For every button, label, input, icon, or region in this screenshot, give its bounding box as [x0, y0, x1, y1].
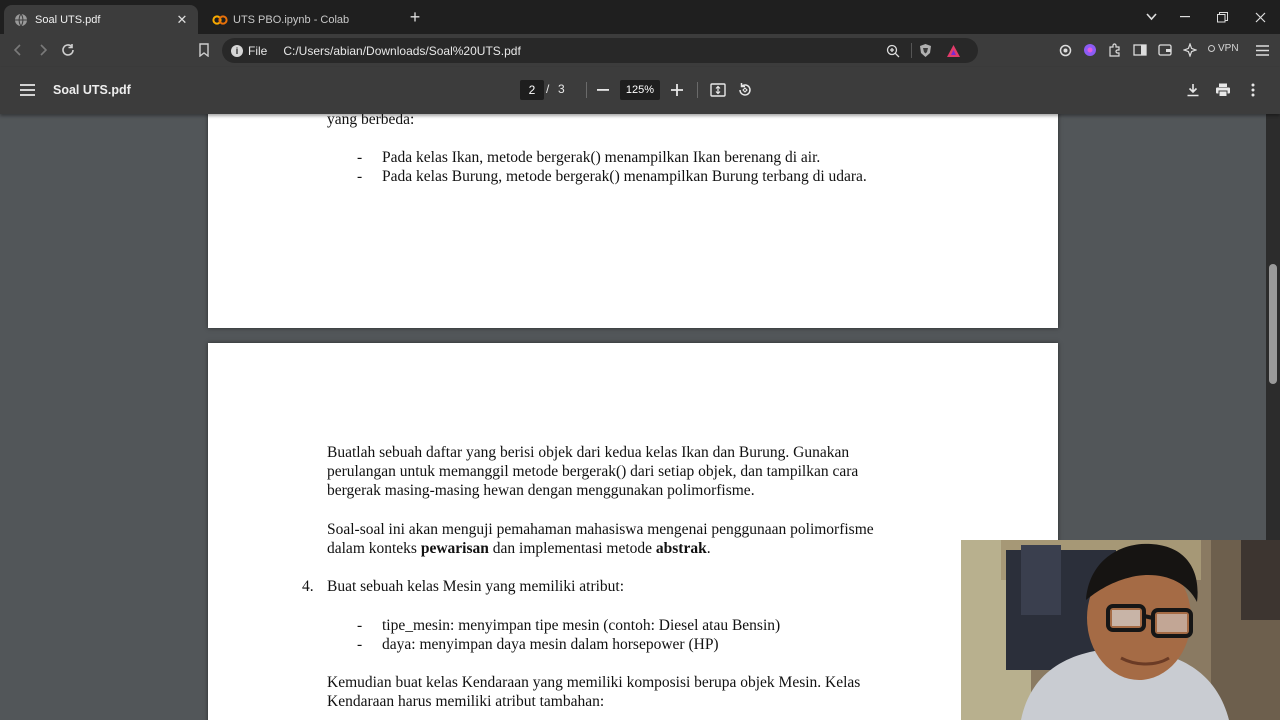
more-options-icon[interactable] [1242, 79, 1264, 101]
tab-colab[interactable]: UTS PBO.ipynb - Colab [204, 5, 394, 34]
doc-text: . [706, 540, 711, 557]
minimize-button[interactable] [1167, 0, 1203, 34]
rotate-icon[interactable] [734, 79, 756, 101]
forward-button[interactable] [32, 39, 54, 61]
leo-sparkle-icon[interactable] [1179, 39, 1201, 61]
doc-text: Buatlah sebuah daftar yang berisi objek … [327, 444, 850, 461]
scrollbar-thumb[interactable] [1269, 264, 1277, 384]
tab-strip: Soal UTS.pdf ✕ UTS PBO.ipynb - Colab + [0, 0, 1280, 34]
info-icon[interactable]: i [231, 44, 243, 57]
zoom-indicator-icon[interactable] [886, 38, 900, 63]
tab-search-chevron-icon[interactable] [1133, 0, 1169, 34]
leo-ai-icon[interactable] [1054, 39, 1076, 61]
url-text[interactable]: C:/Users/abian/Downloads/Soal%20UTS.pdf [283, 44, 520, 58]
doc-text: perulangan untuk memanggil metode berger… [327, 463, 859, 480]
toolbar-divider [697, 82, 698, 98]
extension-purple-icon[interactable] [1079, 39, 1101, 61]
bullet-text: Pada kelas Ikan, metode bergerak() menam… [382, 149, 821, 166]
doc-bold-text: pewarisan [420, 540, 489, 557]
question-number: 4. [302, 578, 314, 595]
bullet-dash: - [357, 168, 363, 185]
webcam-person-image [961, 540, 1280, 720]
doc-text: Kendaraan harus memiliki atribut tambaha… [327, 693, 605, 710]
doc-text: yang berbeda: [327, 114, 415, 128]
zoom-out-button[interactable] [592, 79, 614, 101]
vpn-dot-icon [1208, 45, 1215, 52]
webcam-overlay [961, 540, 1280, 720]
bullet-text: tipe_mesin: menyimpan tipe mesin (contoh… [382, 617, 781, 634]
doc-text: Soal-soal ini akan menguji pemahaman mah… [327, 521, 874, 538]
close-window-button[interactable] [1242, 0, 1278, 34]
brave-rewards-icon[interactable] [946, 38, 961, 63]
colab-icon [212, 13, 228, 27]
tab-title: Soal UTS.pdf [35, 13, 101, 26]
hamburger-menu-icon[interactable] [16, 79, 38, 101]
page-number-input[interactable]: 2 [520, 80, 544, 100]
pdf-toolbar: Soal UTS.pdf 2 / 3 125% [0, 67, 1280, 114]
pdf-file-name: Soal UTS.pdf [53, 83, 131, 97]
scheme-label: File [248, 43, 268, 58]
doc-text: bergerak masing-masing hewan dengan meng… [327, 482, 755, 499]
download-icon[interactable] [1182, 79, 1204, 101]
restore-button[interactable] [1204, 0, 1240, 34]
vpn-button[interactable]: VPN [1208, 43, 1239, 54]
bookmark-icon[interactable] [193, 39, 215, 61]
doc-text-mixed: dalam konteks pewarisan dan implementasi… [327, 539, 711, 558]
back-button[interactable] [7, 39, 29, 61]
extensions-puzzle-icon[interactable] [1104, 39, 1126, 61]
vpn-label: VPN [1218, 43, 1239, 54]
doc-text: dan implementasi metode [488, 540, 656, 557]
new-tab-button[interactable]: + [406, 7, 424, 27]
print-icon[interactable] [1212, 79, 1234, 101]
zoom-in-button[interactable] [666, 79, 688, 101]
menu-icon[interactable] [1251, 39, 1273, 61]
sidebar-toggle-icon[interactable] [1129, 39, 1151, 61]
pdf-page-1: yang berbeda: - Pada kelas Ikan, metode … [208, 114, 1058, 328]
bullet-dash: - [357, 149, 363, 166]
doc-text: dalam konteks [327, 540, 421, 557]
doc-bold-text: abstrak [655, 540, 707, 557]
doc-text: Kemudian buat kelas Kendaraan yang memil… [327, 674, 861, 691]
address-bar[interactable]: i File C:/Users/abian/Downloads/Soal%20U… [222, 38, 978, 63]
fit-to-page-icon[interactable] [707, 79, 729, 101]
page-total: 3 [558, 82, 565, 96]
question-text: Buat sebuah kelas Mesin yang memiliki at… [327, 578, 625, 595]
bullet-dash: - [357, 617, 363, 634]
reload-button[interactable] [57, 39, 79, 61]
wallet-icon[interactable] [1154, 39, 1176, 61]
omnibox-divider [911, 43, 912, 58]
zoom-level-input[interactable]: 125% [620, 80, 660, 100]
globe-icon [14, 13, 28, 27]
brave-shields-icon[interactable] [919, 38, 932, 63]
tab-soal-uts[interactable]: Soal UTS.pdf ✕ [4, 5, 198, 34]
bullet-text: Pada kelas Burung, metode bergerak() men… [382, 168, 867, 185]
bullet-dash: - [357, 636, 363, 653]
toolbar-divider [586, 82, 587, 98]
page-separator: / [546, 82, 550, 96]
tab-title: UTS PBO.ipynb - Colab [233, 13, 350, 26]
browser-toolbar: i File C:/Users/abian/Downloads/Soal%20U… [0, 34, 1280, 67]
close-icon[interactable]: ✕ [174, 12, 190, 28]
pdf-page-2: Buatlah sebuah daftar yang berisi objek … [208, 343, 1058, 720]
bullet-text: daya: menyimpan daya mesin dalam horsepo… [382, 636, 719, 653]
